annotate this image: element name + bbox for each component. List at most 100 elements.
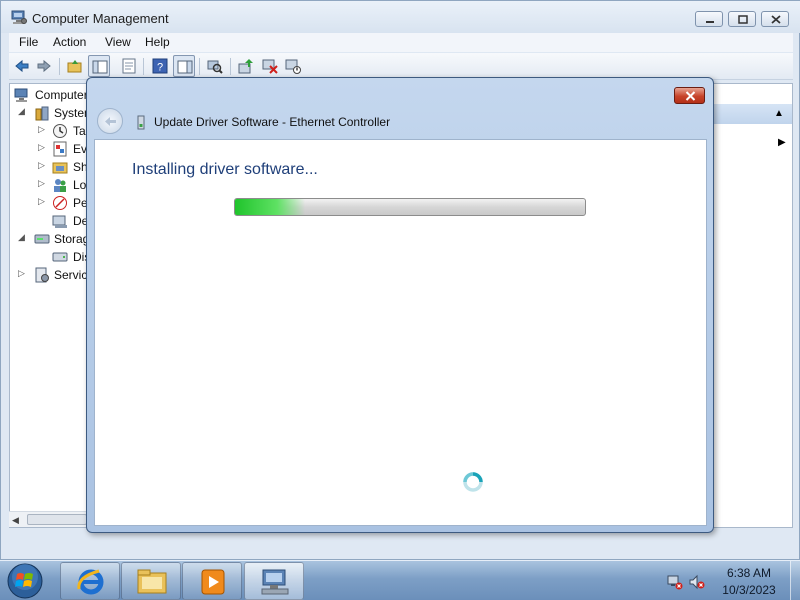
update-driver-icon <box>238 59 253 74</box>
toolbar-separator <box>199 58 200 75</box>
menu-bar: File Action View Help <box>9 33 793 52</box>
minimize-button[interactable] <box>695 11 723 27</box>
uninstall-device-button[interactable] <box>259 55 281 77</box>
window-title: Computer Management <box>32 11 169 26</box>
close-icon <box>685 91 696 101</box>
tree-item-label: Ta <box>73 124 86 138</box>
menu-action[interactable]: Action <box>53 35 86 49</box>
menu-help[interactable]: Help <box>145 35 170 49</box>
windows-logo-icon <box>7 563 43 599</box>
console-tree-icon <box>92 60 108 74</box>
expand-arrow-icon[interactable]: ▷ <box>38 124 45 135</box>
tree-item-label: Storag <box>54 232 89 246</box>
progress-fill <box>235 199 305 215</box>
update-driver-button[interactable] <box>235 55 257 77</box>
toolbar-separator <box>59 58 60 75</box>
toolbar: ? <box>9 53 793 80</box>
scroll-left-icon[interactable]: ◀ <box>12 515 19 526</box>
show-desktop-button[interactable] <box>790 561 800 600</box>
clock-date[interactable]: 10/3/2023 <box>712 583 786 597</box>
tree-item-label: Service <box>54 268 88 282</box>
performance-icon <box>52 195 68 211</box>
tree-item-label: Computer <box>35 88 88 102</box>
properties-button[interactable] <box>118 55 140 77</box>
tree-horizontal-scrollbar[interactable]: ◀ <box>9 511 89 527</box>
disable-device-icon <box>285 59 301 74</box>
clock-time[interactable]: 6:38 AM <box>712 566 786 580</box>
back-button[interactable] <box>11 55 33 77</box>
expand-arrow-icon[interactable]: ▷ <box>18 268 25 279</box>
actions-header[interactable]: ▲ <box>714 104 792 124</box>
collapse-arrow-icon[interactable]: ◢ <box>18 106 25 117</box>
taskbar-computer-management[interactable] <box>244 562 304 600</box>
taskbar: 6:38 AM 10/3/2023 <box>0 560 800 600</box>
console-tree[interactable]: Computer ◢ System ▷ Ta ▷ Eve ▷ <box>9 83 89 528</box>
show-hide-action-pane-button[interactable] <box>173 55 195 77</box>
network-status-icon[interactable] <box>667 574 683 590</box>
expand-arrow-icon[interactable]: ▷ <box>38 142 45 153</box>
shared-folder-icon <box>52 159 68 175</box>
dialog-content: Installing driver software... <box>94 139 707 526</box>
expand-arrow-icon[interactable]: ▷ <box>38 178 45 189</box>
storage-icon <box>34 231 50 247</box>
install-progress-bar <box>234 198 586 216</box>
uninstall-device-icon <box>262 59 278 74</box>
dialog-title: Update Driver Software - Ethernet Contro… <box>154 115 391 129</box>
collapse-arrow-icon[interactable]: ◢ <box>18 232 25 243</box>
menu-file[interactable]: File <box>19 35 38 49</box>
disk-icon <box>52 249 68 265</box>
restore-icon <box>738 15 748 24</box>
start-button[interactable] <box>5 562 45 600</box>
installing-heading: Installing driver software... <box>132 161 318 178</box>
collapse-up-icon[interactable]: ▲ <box>774 108 784 119</box>
busy-spinner-icon <box>462 471 484 493</box>
forward-button[interactable] <box>33 55 55 77</box>
scrollbar-thumb[interactable] <box>27 514 87 525</box>
disable-device-button[interactable] <box>282 55 304 77</box>
scan-hardware-button[interactable] <box>204 55 226 77</box>
taskbar-internet-explorer[interactable] <box>60 562 120 600</box>
up-one-level-button[interactable] <box>64 55 86 77</box>
title-bar[interactable]: Computer Management <box>1 1 800 33</box>
toolbar-separator <box>230 58 231 75</box>
scan-hardware-icon <box>207 60 223 74</box>
tools-icon <box>34 105 50 121</box>
device-manager-icon <box>52 213 68 229</box>
help-button[interactable]: ? <box>149 55 171 77</box>
update-driver-dialog: Update Driver Software - Ethernet Contro… <box>86 77 714 533</box>
toolbar-separator <box>143 58 144 75</box>
ethernet-adapter-icon <box>136 115 146 130</box>
action-pane-icon <box>177 60 193 74</box>
taskbar-media-player[interactable] <box>182 562 242 600</box>
forward-arrow-icon <box>37 59 51 73</box>
users-icon <box>52 177 68 193</box>
media-player-icon <box>201 569 225 595</box>
svg-text:?: ? <box>157 62 163 74</box>
close-button[interactable] <box>761 11 789 27</box>
tree-item-label: System <box>54 106 88 120</box>
back-arrow-icon <box>105 117 116 126</box>
expand-arrow-icon[interactable]: ▷ <box>38 196 45 207</box>
dialog-back-button <box>97 108 123 134</box>
services-icon <box>34 267 50 283</box>
volume-muted-icon[interactable] <box>689 574 705 590</box>
computer-management-icon <box>11 10 27 25</box>
help-icon: ? <box>152 58 168 74</box>
clock-icon <box>52 123 68 139</box>
file-explorer-icon <box>137 569 167 594</box>
expand-arrow-icon[interactable]: ▷ <box>38 160 45 171</box>
folder-up-icon <box>67 60 82 73</box>
internet-explorer-icon <box>77 569 104 595</box>
more-actions-arrow-icon[interactable]: ▶ <box>778 137 786 148</box>
maximize-button[interactable] <box>728 11 756 27</box>
close-icon <box>771 15 781 24</box>
menu-view[interactable]: View <box>105 35 131 49</box>
show-hide-console-tree-button[interactable] <box>88 55 110 77</box>
event-viewer-icon <box>52 141 68 157</box>
dialog-close-button[interactable] <box>674 87 705 104</box>
back-arrow-icon <box>15 59 29 73</box>
properties-icon <box>122 58 136 74</box>
computer-management-icon <box>261 569 289 595</box>
taskbar-windows-explorer[interactable] <box>121 562 181 600</box>
computer-management-icon <box>14 87 30 103</box>
